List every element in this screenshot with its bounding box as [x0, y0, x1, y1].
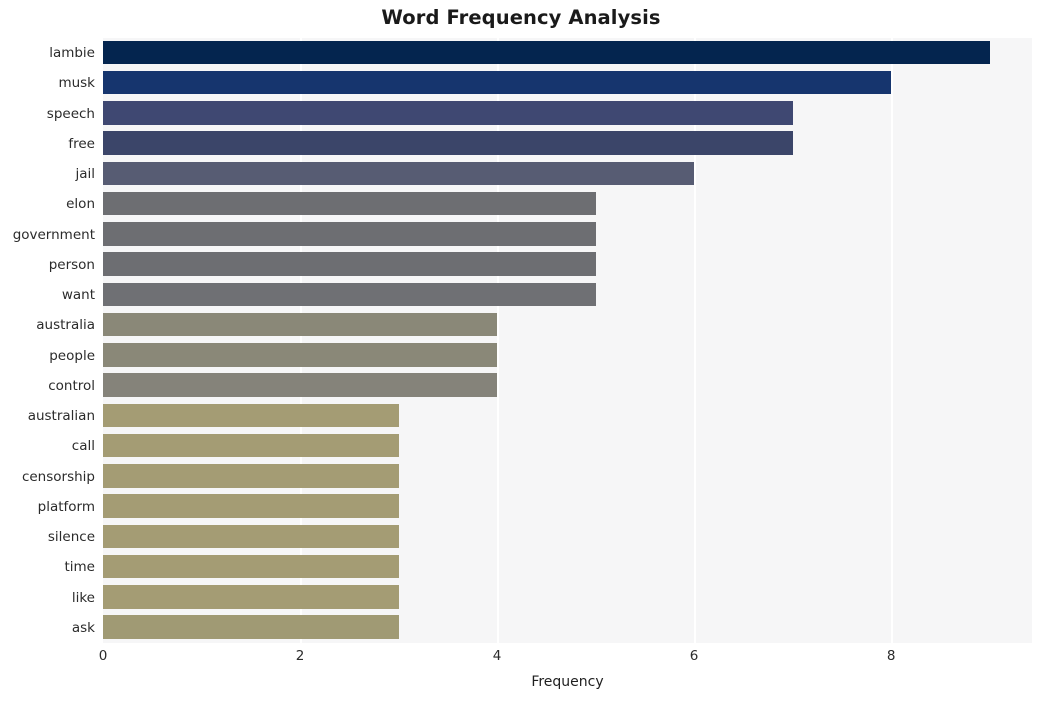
- y-tick-label-person: person: [48, 256, 95, 273]
- x-axis-tick-labels: 0 2 4 6 8: [0, 648, 1042, 670]
- chart-title: Word Frequency Analysis: [381, 6, 661, 29]
- bar-row: [103, 401, 1032, 431]
- bar-jail[interactable]: [103, 161, 695, 186]
- y-tick-label-government: government: [12, 226, 95, 243]
- bar-ask[interactable]: [103, 615, 399, 639]
- bar-platform[interactable]: [103, 494, 399, 518]
- bar-row: [103, 280, 1032, 310]
- bar-control[interactable]: [103, 373, 498, 397]
- bar-row: [103, 310, 1032, 340]
- y-tick-label-speech: speech: [46, 105, 95, 122]
- bar-row: [103, 613, 1032, 643]
- x-tick-label-8: 8: [886, 648, 896, 664]
- bar-row: [103, 220, 1032, 250]
- bar-row: [103, 129, 1032, 159]
- bar-row: [103, 492, 1032, 522]
- y-tick-label-control: control: [48, 377, 95, 394]
- x-tick-label-2: 2: [295, 648, 305, 664]
- y-tick-label-time: time: [64, 559, 95, 576]
- bar-row: [103, 431, 1032, 461]
- y-tick-label-australia: australia: [36, 317, 95, 334]
- y-tick-label-australian: australian: [27, 408, 95, 425]
- bar-row: [103, 189, 1032, 219]
- y-tick-label-ask: ask: [71, 619, 95, 636]
- y-tick-label-musk: musk: [58, 75, 95, 92]
- bar-row: [103, 341, 1032, 371]
- bar-silence[interactable]: [103, 524, 399, 549]
- x-tick-label-4: 4: [492, 648, 502, 664]
- bar-row: [103, 99, 1032, 129]
- bar-row: [103, 462, 1032, 492]
- bar-row: [103, 159, 1032, 189]
- bar-row: [103, 68, 1032, 98]
- bar-row: [103, 552, 1032, 582]
- bar-free[interactable]: [103, 131, 793, 155]
- plot-area: [103, 38, 1032, 643]
- y-tick-label-lambie: lambie: [49, 45, 95, 62]
- y-tick-label-jail: jail: [75, 166, 95, 183]
- bar-row: [103, 522, 1032, 552]
- bar-row: [103, 371, 1032, 401]
- y-axis-tick-labels: lambie musk speech free jail elon government pe…: [0, 38, 95, 643]
- bar-government[interactable]: [103, 222, 596, 246]
- bars-layer: [103, 38, 1032, 643]
- y-tick-label-silence: silence: [47, 529, 95, 546]
- bar-person[interactable]: [103, 252, 596, 276]
- x-tick-label-6: 6: [689, 648, 699, 664]
- x-axis-label: Frequency: [531, 674, 604, 690]
- bar-call[interactable]: [103, 433, 399, 458]
- bar-row: [103, 250, 1032, 280]
- bar-musk[interactable]: [103, 70, 892, 95]
- word-frequency-bar-chart: Word Frequency Analysis lambie musk speech…: [0, 0, 1042, 701]
- bar-lambie[interactable]: [103, 40, 990, 65]
- y-tick-label-call: call: [71, 438, 95, 455]
- y-tick-label-free: free: [68, 135, 95, 152]
- bar-speech[interactable]: [103, 101, 793, 125]
- bar-australian[interactable]: [103, 403, 399, 428]
- y-tick-label-censorship: censorship: [21, 468, 95, 485]
- y-tick-label-people: people: [49, 347, 95, 364]
- y-tick-label-like: like: [71, 589, 95, 606]
- x-tick-label-0: 0: [98, 648, 108, 664]
- bar-people[interactable]: [103, 343, 498, 367]
- bar-row: [103, 583, 1032, 613]
- bar-censorship[interactable]: [103, 464, 399, 488]
- bar-time[interactable]: [103, 554, 399, 579]
- bar-elon[interactable]: [103, 191, 596, 216]
- y-tick-label-elon: elon: [66, 196, 95, 213]
- bar-like[interactable]: [103, 585, 399, 609]
- y-tick-label-want: want: [61, 287, 95, 304]
- bar-want[interactable]: [103, 282, 596, 307]
- y-tick-label-platform: platform: [37, 498, 95, 515]
- bar-australia[interactable]: [103, 312, 498, 337]
- bar-row: [103, 38, 1032, 68]
